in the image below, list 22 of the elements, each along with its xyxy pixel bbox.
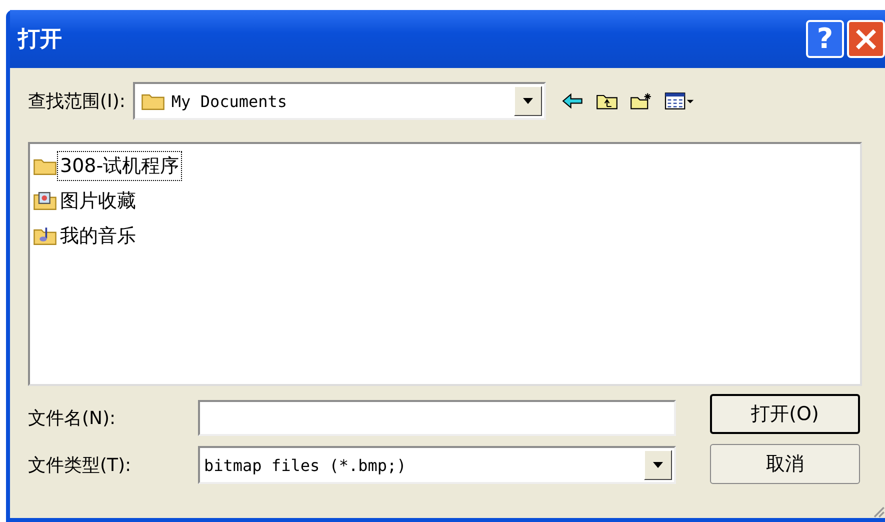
close-button[interactable]: × xyxy=(847,20,885,58)
help-button[interactable]: ? xyxy=(806,20,844,58)
resize-grip-icon[interactable] xyxy=(871,504,885,518)
look-in-dropdown[interactable]: My Documents xyxy=(133,82,546,120)
window-title: 打开 xyxy=(18,26,62,54)
view-menu-icon[interactable] xyxy=(664,92,694,110)
file-type-dropdown[interactable]: bitmap files (*.bmp;) xyxy=(198,446,676,484)
folder-item[interactable]: 图片收藏 xyxy=(33,183,139,218)
open-button[interactable]: 打开(O) xyxy=(710,394,860,434)
file-name-field[interactable] xyxy=(198,400,676,436)
music-folder-icon xyxy=(33,226,57,246)
picture-folder-icon xyxy=(33,190,57,210)
up-folder-icon[interactable] xyxy=(596,92,618,110)
new-folder-icon[interactable] xyxy=(630,92,652,110)
file-name-label: 文件名(N): xyxy=(28,407,117,430)
file-type-value: bitmap files (*.bmp;) xyxy=(204,456,408,474)
cancel-button[interactable]: 取消 xyxy=(710,444,860,484)
file-type-label: 文件类型(T): xyxy=(28,454,132,477)
back-icon[interactable] xyxy=(562,92,584,110)
folder-item[interactable]: 我的音乐 xyxy=(33,218,139,253)
look-in-value: My Documents xyxy=(171,92,288,110)
look-in-label: 查找范围(I): xyxy=(28,90,126,113)
